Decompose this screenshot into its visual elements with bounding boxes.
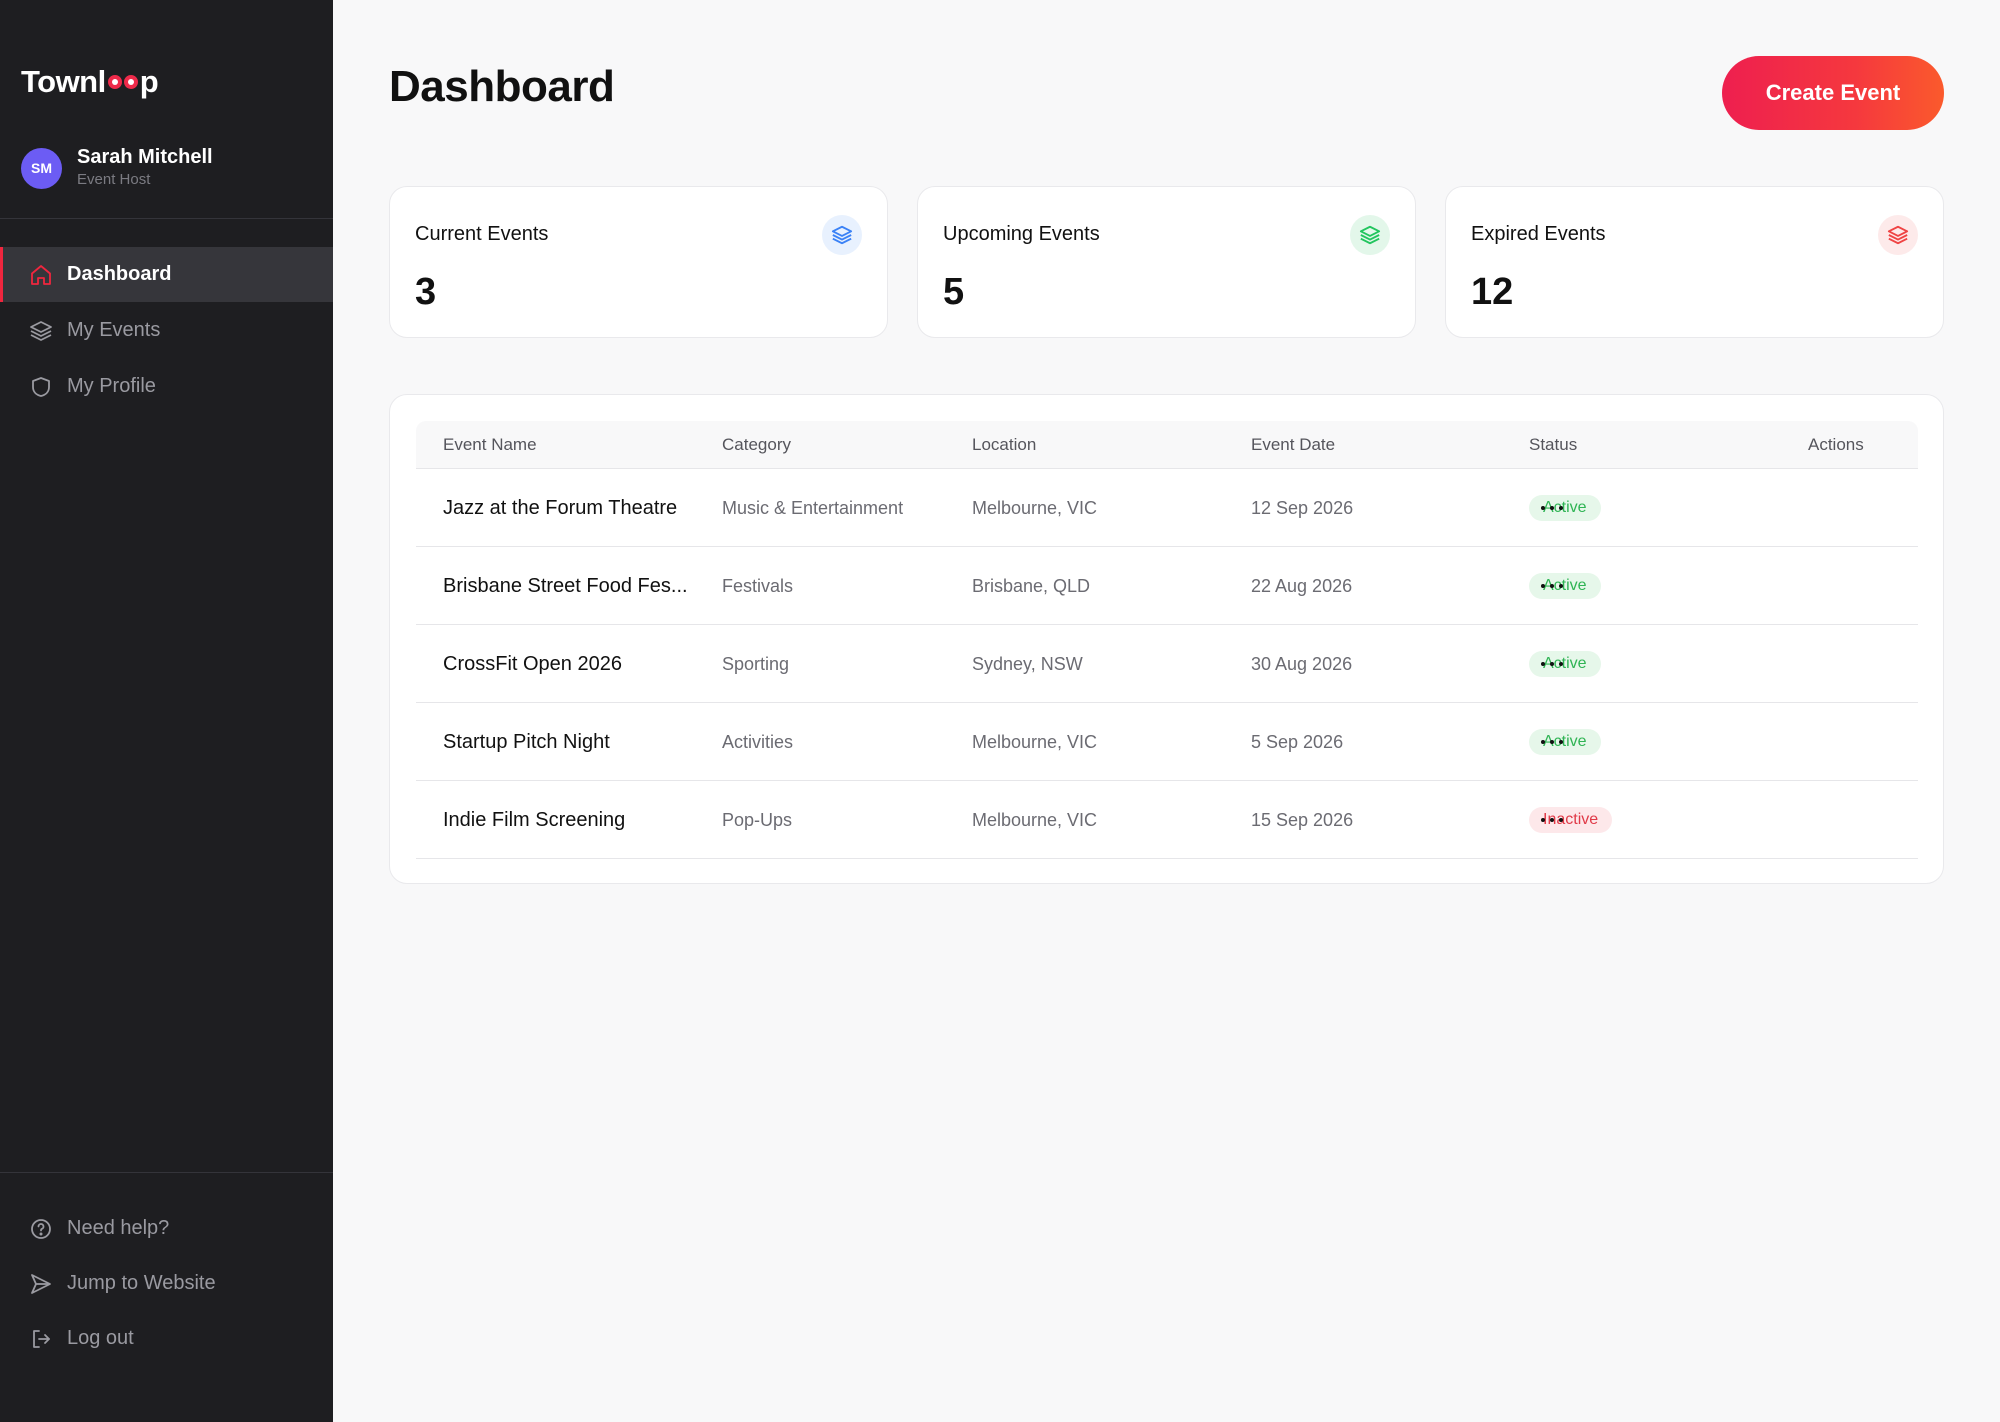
- sidebar-item-label: Need help?: [67, 1217, 170, 1239]
- sidebar: Townl p SM Sarah Mitchell Event Host Das…: [0, 0, 333, 1422]
- more-actions-icon[interactable]: [1532, 651, 1572, 677]
- event-location: Brisbane, QLD: [972, 576, 1091, 596]
- event-category: Festivals: [722, 576, 794, 596]
- sidebar-item-dashboard[interactable]: Dashboard: [0, 247, 333, 302]
- event-location: Melbourne, VIC: [972, 810, 1098, 830]
- more-actions-icon[interactable]: [1532, 495, 1572, 521]
- column-header-location[interactable]: Location: [972, 421, 1036, 469]
- logo-text-prefix: Townl: [21, 64, 106, 99]
- page-title: Dashboard: [389, 62, 615, 111]
- event-location: Sydney, NSW: [972, 654, 1083, 674]
- event-category: Sporting: [722, 654, 790, 674]
- event-category: Pop-Ups: [722, 810, 793, 830]
- create-event-button[interactable]: Create Event: [1722, 56, 1944, 130]
- event-date: 12 Sep 2026: [1251, 498, 1354, 518]
- event-name[interactable]: Startup Pitch Night: [443, 703, 610, 781]
- event-category: Music & Entertainment: [722, 498, 904, 518]
- avatar: SM: [21, 147, 62, 189]
- logo-eyes-icon: [105, 73, 140, 91]
- table-row[interactable]: Brisbane Street Food Fes... Festivals Br…: [416, 547, 1918, 625]
- user-role: Event Host: [77, 171, 151, 188]
- send-icon: [29, 1272, 53, 1296]
- townloop-logo[interactable]: Townl p: [21, 64, 159, 100]
- more-actions-icon[interactable]: [1532, 573, 1572, 599]
- sidebar-item-my-profile[interactable]: My Profile: [0, 359, 333, 414]
- layers-icon: [1350, 215, 1390, 255]
- stat-value: 3: [415, 271, 437, 313]
- sidebar-item-label: Dashboard: [67, 263, 172, 285]
- sidebar-divider: [0, 1172, 333, 1173]
- sidebar-item-label: My Profile: [67, 375, 156, 397]
- event-name[interactable]: Jazz at the Forum Theatre: [443, 469, 677, 547]
- logout-icon: [29, 1327, 53, 1351]
- event-name[interactable]: Indie Film Screening: [443, 781, 625, 859]
- table-row[interactable]: Startup Pitch Night Activities Melbourne…: [416, 703, 1918, 781]
- more-actions-icon[interactable]: [1532, 807, 1572, 833]
- sidebar-item-label: Log out: [67, 1327, 134, 1349]
- column-header-event-name[interactable]: Event Name: [443, 421, 537, 469]
- sidebar-item-log-out[interactable]: Log out: [0, 1311, 333, 1366]
- sidebar-item-my-events[interactable]: My Events: [0, 303, 333, 358]
- column-header-actions: Actions: [1808, 435, 1864, 454]
- stat-card-upcoming-events: Upcoming Events 5: [917, 186, 1416, 338]
- event-location: Melbourne, VIC: [972, 732, 1098, 752]
- sidebar-item-label: Jump to Website: [67, 1272, 216, 1294]
- logo-text-suffix: p: [139, 64, 159, 99]
- column-header-event-date[interactable]: Event Date: [1251, 421, 1335, 469]
- table-header: Event Name Category Location Event Date …: [416, 421, 1918, 469]
- column-header-category[interactable]: Category: [722, 421, 791, 469]
- user-profile[interactable]: SM Sarah Mitchell Event Host: [21, 146, 213, 190]
- user-name: Sarah Mitchell: [77, 146, 213, 168]
- layers-icon: [29, 319, 53, 343]
- stat-label: Upcoming Events: [943, 223, 1100, 245]
- stat-card-current-events: Current Events 3: [389, 186, 888, 338]
- event-date: 30 Aug 2026: [1251, 654, 1353, 674]
- sidebar-divider: [0, 218, 333, 219]
- event-name[interactable]: CrossFit Open 2026: [443, 625, 622, 703]
- shield-icon: [29, 375, 53, 399]
- table-row[interactable]: CrossFit Open 2026 Sporting Sydney, NSW …: [416, 625, 1918, 703]
- help-circle-icon: [29, 1217, 53, 1241]
- event-name[interactable]: Brisbane Street Food Fes...: [443, 547, 688, 625]
- table-row[interactable]: Indie Film Screening Pop-Ups Melbourne, …: [416, 781, 1918, 859]
- stat-card-expired-events: Expired Events 12: [1445, 186, 1944, 338]
- column-header-status[interactable]: Status: [1529, 421, 1577, 469]
- sidebar-item-label: My Events: [67, 319, 161, 341]
- sidebar-item-need-help[interactable]: Need help?: [0, 1201, 333, 1256]
- sidebar-item-jump-to-website[interactable]: Jump to Website: [0, 1256, 333, 1311]
- event-date: 5 Sep 2026: [1251, 732, 1344, 752]
- home-icon: [29, 263, 53, 287]
- events-table: Event Name Category Location Event Date …: [389, 394, 1944, 884]
- stat-value: 12: [1471, 271, 1514, 313]
- stat-label: Current Events: [415, 223, 549, 245]
- event-location: Melbourne, VIC: [972, 498, 1098, 518]
- table-row[interactable]: Jazz at the Forum Theatre Music & Entert…: [416, 469, 1918, 547]
- event-category: Activities: [722, 732, 794, 752]
- layers-icon: [822, 215, 862, 255]
- event-date: 22 Aug 2026: [1251, 576, 1353, 596]
- stat-value: 5: [943, 271, 965, 313]
- layers-icon: [1878, 215, 1918, 255]
- event-date: 15 Sep 2026: [1251, 810, 1354, 830]
- stat-label: Expired Events: [1471, 223, 1606, 245]
- more-actions-icon[interactable]: [1532, 729, 1572, 755]
